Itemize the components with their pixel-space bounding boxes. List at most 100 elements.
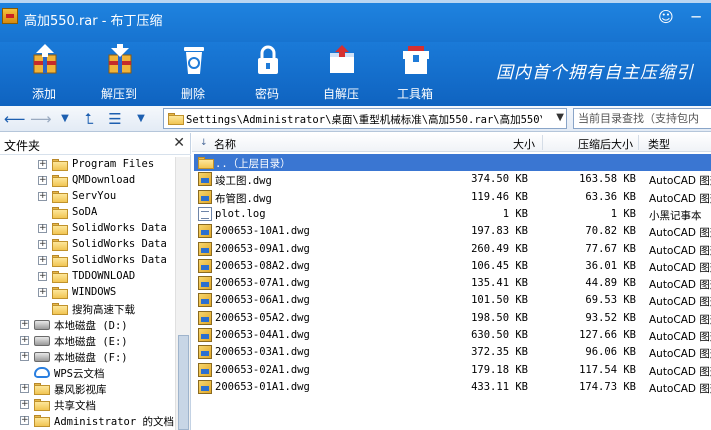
search-input[interactable] (574, 109, 711, 128)
up-folder-icon[interactable]: ⮤ (80, 110, 98, 128)
file-packed-size: 44.89 KB (585, 277, 636, 290)
file-type: AutoCAD 图形 (649, 244, 711, 257)
tree-item[interactable]: + 共享文档 (0, 397, 175, 413)
tree-item[interactable]: + WINDOWS (0, 285, 175, 301)
expand-icon[interactable]: + (20, 352, 29, 361)
close-icon[interactable]: ✕ (173, 135, 185, 151)
table-row[interactable]: 200653-07A1.dwg 135.41 KB 44.89 KB AutoCAD … (194, 275, 711, 292)
path-field[interactable]: Settings\Administrator\桌面\重型机械标准\高加550.r… (163, 108, 567, 129)
toolbox-button[interactable]: 工具箱 (382, 42, 448, 106)
back-arrow-icon[interactable]: ⟵ (4, 110, 26, 128)
expand-icon[interactable]: + (38, 288, 47, 297)
expand-icon[interactable]: + (20, 336, 29, 345)
table-row[interactable]: ..（上层目录） (194, 154, 711, 171)
expand-icon[interactable]: + (38, 176, 47, 185)
table-row[interactable]: 200653-03A1.dwg 372.35 KB 96.06 KB AutoCAD … (194, 344, 711, 361)
tree-item[interactable]: + 暴风影视库 (0, 381, 175, 397)
table-row[interactable]: 200653-05A2.dwg 198.50 KB 93.52 KB AutoCAD … (194, 310, 711, 327)
self-extract-button[interactable]: 自解压 (308, 42, 374, 106)
search-box[interactable] (573, 108, 711, 129)
dwg-file-icon (198, 189, 212, 204)
expand-icon[interactable]: + (38, 240, 47, 249)
table-row[interactable]: 200653-09A1.dwg 260.49 KB 77.67 KB AutoCAD … (194, 241, 711, 258)
tree-item[interactable]: + SolidWorks Data (0, 221, 175, 237)
tree-item[interactable]: + 本地磁盘 (F:) (0, 349, 175, 365)
minimize-button[interactable]: ─ (681, 5, 711, 29)
view-list-icon[interactable]: ☰ (106, 110, 124, 128)
file-size: 630.50 KB (471, 329, 528, 341)
dwg-file-icon (198, 224, 212, 239)
file-name: 200653-03A1.dwg (215, 346, 310, 359)
history-dropdown-icon[interactable]: ▼ (56, 110, 74, 128)
expand-icon[interactable]: + (20, 400, 29, 409)
expand-icon[interactable]: + (38, 160, 47, 169)
file-name: 200653-09A1.dwg (215, 242, 310, 255)
table-row[interactable]: 竣工图.dwg 374.50 KB 163.58 KB AutoCAD 图形 (194, 171, 711, 188)
tree-item[interactable]: + 本地磁盘 (D:) (0, 317, 175, 333)
table-row[interactable]: 布管图.dwg 119.46 KB 63.36 KB AutoCAD 图形 (194, 189, 711, 206)
view-dropdown-icon[interactable]: ▼ (132, 110, 150, 128)
tree-item[interactable]: + Program Files (0, 157, 175, 173)
folder-icon (52, 159, 68, 171)
column-type[interactable]: 类型 (648, 136, 670, 152)
table-row[interactable]: plot.log 1 KB 1 KB 小黑记事本 (194, 206, 711, 223)
file-packed-size: 96.06 KB (585, 346, 636, 359)
file-packed-size: 174.73 KB (579, 380, 636, 393)
password-button[interactable]: 密码 (234, 42, 300, 106)
forward-arrow-icon[interactable]: ⟶ (30, 110, 52, 128)
tree-item[interactable]: + SolidWorks Data (0, 253, 175, 269)
expand-icon[interactable]: + (38, 192, 47, 201)
file-size: 179.18 KB (471, 363, 528, 376)
text-file-icon (198, 206, 212, 221)
table-row[interactable]: 200653-04A1.dwg 630.50 KB 127.66 KB AutoCAD… (194, 327, 711, 344)
dwg-file-icon (198, 310, 212, 325)
tree-item[interactable]: SoDA (0, 205, 175, 221)
scrollbar-thumb[interactable] (178, 335, 189, 430)
expand-icon[interactable]: + (20, 384, 29, 393)
column-name[interactable]: 名称 (214, 136, 236, 152)
table-row[interactable]: 200653-10A1.dwg 197.83 KB 70.82 KB AutoCAD … (194, 223, 711, 240)
folder-tree-scrollbar[interactable] (175, 157, 190, 430)
column-size[interactable]: 大小 (513, 136, 535, 152)
tree-item[interactable]: WPS云文档 (0, 365, 175, 381)
file-size: 197.83 KB (471, 225, 528, 238)
tree-item-label: SolidWorks Data (72, 222, 167, 234)
add-button[interactable]: 添加 (11, 42, 77, 106)
table-row[interactable]: 200653-02A1.dwg 179.18 KB 117.54 KB AutoCAD… (194, 362, 711, 379)
table-row[interactable]: 200653-06A1.dwg 101.50 KB 69.53 KB AutoCAD … (194, 292, 711, 309)
tree-item-label: WINDOWS (72, 286, 117, 298)
file-size: 101.50 KB (471, 294, 528, 307)
tree-item[interactable]: + TDDOWNLOAD (0, 269, 175, 285)
column-header: ↓ 名称 大小 压缩后大小 类型 (192, 133, 711, 152)
expand-icon[interactable]: + (38, 224, 47, 233)
toolbox-label: 工具箱 (396, 87, 433, 101)
tree-item[interactable]: + Administrator 的文档 (0, 413, 175, 429)
folder-pane: 文件夹 ✕ + Program Files + QMDownload + ServYou S… (0, 133, 191, 430)
top-strip (0, 0, 711, 3)
delete-button[interactable]: 删除 (160, 42, 226, 106)
table-row[interactable]: 200653-01A1.dwg 433.11 KB 174.73 KB AutoCAD… (194, 379, 711, 396)
tree-item[interactable]: + 本地磁盘 (E:) (0, 333, 175, 349)
folder-tree: + Program Files + QMDownload + ServYou SoDA + So… (0, 157, 175, 430)
file-packed-size: 77.67 KB (585, 242, 636, 255)
table-row[interactable]: 200653-08A2.dwg 106.45 KB 36.01 KB AutoCAD … (194, 258, 711, 275)
expand-icon[interactable]: + (38, 272, 47, 281)
tree-item[interactable]: 搜狗高速下载 (0, 301, 175, 317)
expand-icon[interactable]: + (20, 320, 29, 329)
tree-item[interactable]: + QMDownload (0, 173, 175, 189)
column-packed-size[interactable]: 压缩后大小 (578, 136, 633, 152)
file-type: AutoCAD 图形 (649, 365, 711, 378)
file-type: AutoCAD 图形 (649, 331, 711, 343)
path-dropdown-icon[interactable]: ▼ (556, 112, 564, 123)
tree-item[interactable]: + ServYou (0, 189, 175, 205)
tree-item[interactable]: + SolidWorks Data (0, 237, 175, 253)
folder-icon (34, 383, 50, 395)
skin-button[interactable]: ☺ (651, 5, 681, 29)
dwg-file-icon (198, 379, 212, 394)
extract-to-button[interactable]: 解压到 (86, 42, 152, 106)
expand-icon[interactable]: + (38, 256, 47, 265)
expand-icon[interactable]: + (20, 416, 29, 425)
file-packed-size: 1 KB (610, 207, 636, 220)
path-text: Settings\Administrator\桌面\重型机械标准\高加550.r… (186, 114, 542, 126)
tree-item-label: TDDOWNLOAD (72, 270, 136, 282)
